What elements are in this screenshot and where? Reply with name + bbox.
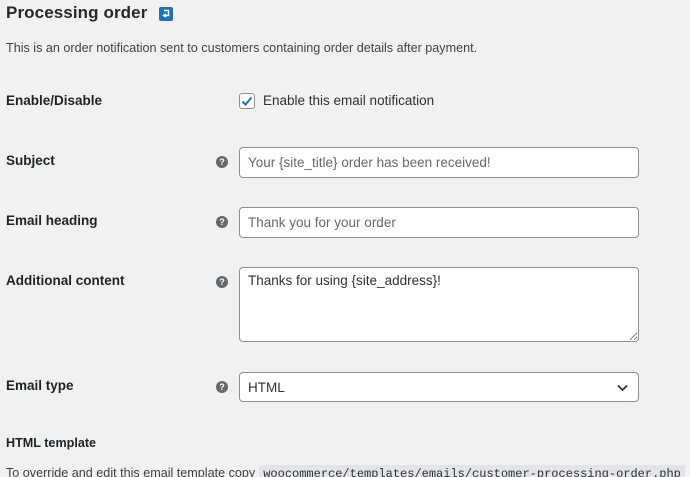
- subject-label: Subject: [6, 153, 55, 168]
- help-icon[interactable]: ?: [216, 216, 228, 228]
- email-type-select[interactable]: HTML: [239, 372, 639, 402]
- page-description: This is an order notification sent to cu…: [6, 41, 478, 55]
- subject-row: Subject ?: [6, 147, 690, 179]
- override-text: To override and edit this email template…: [6, 466, 256, 477]
- page-title: Processing order: [6, 3, 148, 22]
- additional-content-row: Additional content ? Thanks for using {s…: [6, 267, 690, 343]
- return-arrow-icon[interactable]: [159, 7, 174, 21]
- enable-checkbox-label[interactable]: Enable this email notification: [263, 93, 434, 108]
- enable-label: Enable/Disable: [6, 93, 103, 108]
- email-heading-input[interactable]: [239, 207, 639, 238]
- enable-row: Enable/Disable Enable this email notific…: [6, 92, 690, 114]
- email-type-selected: HTML: [248, 379, 285, 395]
- template-path: woocommerce/templates/emails/customer-pr…: [259, 465, 685, 477]
- chevron-down-icon: [617, 384, 628, 392]
- email-type-row: Email type ? HTML: [6, 372, 690, 402]
- email-type-label: Email type: [6, 378, 74, 393]
- additional-content-textarea[interactable]: Thanks for using {site_address}!: [239, 267, 639, 342]
- title-row: Processing order: [6, 3, 174, 23]
- check-icon: [241, 96, 253, 106]
- help-icon[interactable]: ?: [216, 276, 228, 288]
- heading-row: Email heading ?: [6, 207, 690, 239]
- help-icon[interactable]: ?: [216, 381, 228, 393]
- additional-content-label: Additional content: [6, 273, 125, 288]
- subject-input[interactable]: [239, 147, 639, 178]
- enable-checkbox[interactable]: [239, 93, 255, 109]
- email-settings-page: Processing order This is an order notifi…: [0, 0, 690, 477]
- override-instructions: To override and edit this email template…: [6, 465, 685, 477]
- help-icon[interactable]: ?: [216, 156, 228, 168]
- heading-label: Email heading: [6, 213, 98, 228]
- html-template-heading: HTML template: [6, 436, 97, 450]
